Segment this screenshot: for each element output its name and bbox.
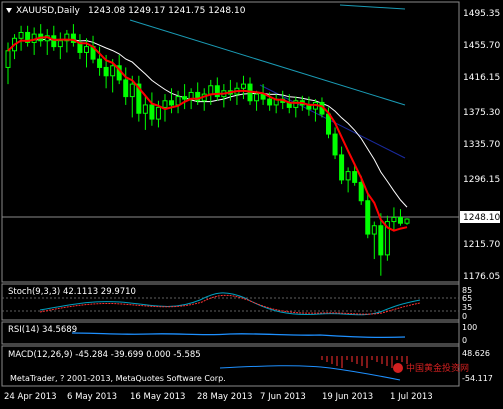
candle-body <box>5 50 11 68</box>
candle-body <box>339 154 345 181</box>
date-label: 7 Jun 2013 <box>260 392 306 402</box>
candle-body <box>18 31 24 39</box>
date-label: 1 Jul 2013 <box>390 392 433 402</box>
ma-long-line <box>129 4 406 159</box>
candle-body <box>293 100 299 108</box>
candle-body <box>208 85 214 95</box>
rsi-level: 0 <box>462 336 467 345</box>
candle-body <box>169 100 175 106</box>
price-label: 1176.05 <box>463 272 500 282</box>
price-scale: 1495.35 1455.70 1416.15 1375.30 1335.70 … <box>463 9 500 282</box>
copyright-text: MetaTrader, ? 2001-2013, MetaQuotes Soft… <box>10 374 226 383</box>
symbol-label[interactable]: XAUUSD,Daily <box>16 6 80 16</box>
stoch-level: 65 <box>462 294 472 303</box>
date-label: 24 Apr 2013 <box>4 392 57 402</box>
price-label: 1455.70 <box>463 41 500 51</box>
candle-body <box>352 171 358 183</box>
ma-slow-path <box>7 38 408 208</box>
ma-long-segment <box>339 4 406 10</box>
candle-body <box>267 98 273 106</box>
candle-body <box>175 96 181 106</box>
watermark-logo <box>393 363 403 373</box>
candle-body <box>83 46 89 53</box>
rsi-label: RSI(14) 34.5689 <box>8 325 77 335</box>
candle-body <box>332 133 338 156</box>
rsi-level: 100 <box>462 323 477 332</box>
candle-body <box>110 65 116 77</box>
price-label: 1335.70 <box>463 140 500 150</box>
candle-body <box>142 104 148 114</box>
macd-level: -54.117 <box>462 374 493 383</box>
price-label: 1416.15 <box>463 73 500 83</box>
date-label: 28 May 2013 <box>197 392 252 402</box>
ohlc-readout: 1243.08 1249.17 1241.75 1248.10 <box>88 6 246 16</box>
candle-body <box>51 35 57 48</box>
macd-level: 48.626 <box>462 349 490 358</box>
candle-body <box>57 40 63 48</box>
ma-fast-line <box>7 36 408 232</box>
price-label: 1296.15 <box>463 175 500 185</box>
macd-label: MACD(12,26,9) -45.284 -39.699 0.000 -5.5… <box>8 350 201 360</box>
price-label: 1215.70 <box>463 240 500 250</box>
date-label: 6 May 2013 <box>67 392 117 402</box>
candle-body <box>254 93 260 102</box>
time-axis: 24 Apr 2013 6 May 2013 16 May 2013 28 Ma… <box>4 392 433 402</box>
trading-chart: XAUUSD,Daily 1243.08 1249.17 1241.75 124… <box>1 1 500 402</box>
candle-body <box>103 66 109 77</box>
symbol-dropdown-icon[interactable] <box>6 8 12 13</box>
candle-body <box>155 106 161 120</box>
candle-body <box>123 79 129 98</box>
candle-body <box>162 100 168 108</box>
candle-body <box>397 216 403 224</box>
candle-body <box>391 216 397 223</box>
ma-slow-line <box>7 38 408 208</box>
candle-body <box>129 83 135 98</box>
watermark-text: 中国黄金投资网 <box>406 362 469 374</box>
ma-fast-path <box>7 36 408 232</box>
candle-body <box>365 200 371 235</box>
stoch-level: 35 <box>462 303 472 312</box>
candle-body <box>326 113 332 135</box>
date-label: 19 Jun 2013 <box>322 392 373 402</box>
price-label: 1495.35 <box>463 9 500 19</box>
candle-body <box>358 181 364 202</box>
candle-body <box>182 96 188 100</box>
date-label: 16 May 2013 <box>130 392 185 402</box>
candle-body <box>378 225 384 256</box>
candle-body <box>345 171 351 181</box>
candle-body <box>97 58 103 68</box>
stoch-level: 0 <box>462 312 467 321</box>
candle-body <box>240 83 246 89</box>
macd-signal-line <box>219 365 401 381</box>
price-label: 1375.30 <box>463 108 500 118</box>
current-price-label: 1248.10 <box>463 213 500 223</box>
candle-body <box>149 104 155 120</box>
candle-body <box>371 225 377 235</box>
candle-body <box>404 218 410 224</box>
main-pane-border <box>1 1 460 283</box>
stoch-label: Stoch(9,3,3) 42.1113 29.9710 <box>8 287 136 297</box>
ma-long-segment <box>259 84 406 159</box>
rsi-line <box>71 332 406 339</box>
